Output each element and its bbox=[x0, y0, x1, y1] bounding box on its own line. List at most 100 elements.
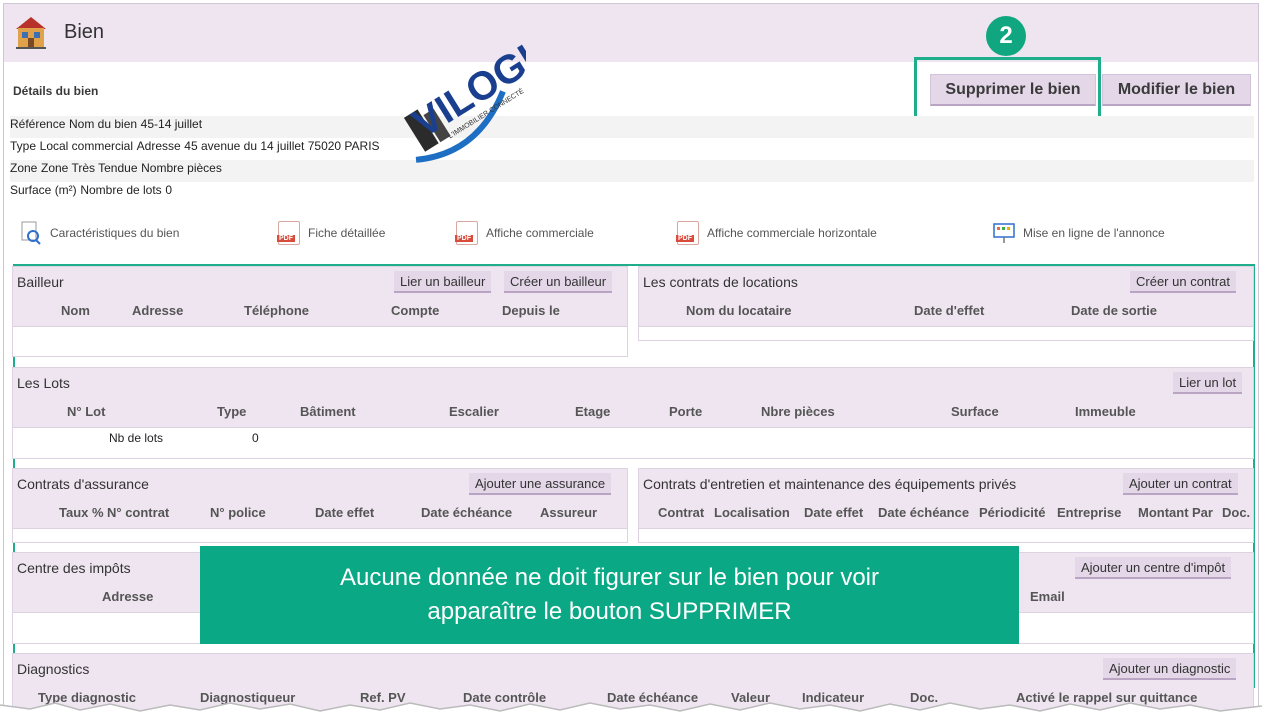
magnifier-doc-icon bbox=[21, 221, 41, 245]
column-header: N° Lot bbox=[67, 404, 106, 419]
column-header: Nom bbox=[61, 303, 90, 318]
detail-label: Zone bbox=[10, 161, 38, 175]
panel-title: Contrats d'assurance bbox=[17, 476, 149, 492]
column-header: Surface bbox=[951, 404, 999, 419]
column-header: Escalier bbox=[449, 404, 499, 419]
detail-label: Nombre pièces bbox=[141, 161, 222, 175]
pdf-icon bbox=[455, 221, 478, 245]
torn-edge bbox=[0, 702, 1262, 721]
panel-lots: Les Lots Lier un lot N° Lot Type Bâtimen… bbox=[12, 367, 1254, 459]
column-header: Doc. bbox=[1222, 505, 1251, 520]
add-diagnostic-button[interactable]: Ajouter un diagnostic bbox=[1103, 658, 1237, 680]
details-row: Surface (m²) Nombre de lots 0 bbox=[10, 182, 1254, 204]
details-label: Détails du bien bbox=[13, 84, 99, 98]
column-header: Nom du locataire bbox=[686, 303, 792, 318]
add-tax-center-button[interactable]: Ajouter un centre d'impôt bbox=[1075, 557, 1232, 579]
column-header: Adresse bbox=[102, 589, 154, 604]
column-header: Date effet bbox=[315, 505, 375, 520]
detail-label: Nom du bien bbox=[69, 117, 138, 131]
column-header: Email bbox=[1030, 589, 1065, 604]
link-label: Fiche détaillée bbox=[308, 226, 386, 240]
detail-value: Local commercial bbox=[39, 139, 134, 153]
detail-label: Nombre de lots bbox=[80, 183, 162, 197]
create-bailleur-button[interactable]: Créer un bailleur bbox=[504, 271, 613, 293]
column-header: Date d'effet bbox=[914, 303, 985, 318]
link-label: Caractéristiques du bien bbox=[50, 226, 180, 240]
details-row: Zone Zone Très Tendue Nombre pièces bbox=[10, 160, 1254, 182]
column-header: Bâtiment bbox=[300, 404, 356, 419]
add-insurance-button[interactable]: Ajouter une assurance bbox=[469, 473, 612, 495]
pdf-icon bbox=[277, 221, 300, 245]
step-badge: 2 bbox=[986, 16, 1026, 56]
link-label: Mise en ligne de l'annonce bbox=[1023, 226, 1165, 240]
link-label: Affiche commerciale bbox=[486, 226, 594, 240]
panel-entretien: Contrats d'entretien et maintenance des … bbox=[638, 468, 1254, 543]
lots-count-row: Nb de lots 0 bbox=[13, 428, 1253, 448]
panel-title: Diagnostics bbox=[17, 661, 90, 677]
panel-contrats-locations: Les contrats de locations Créer un contr… bbox=[638, 266, 1254, 341]
page-header: Bien 2 bbox=[4, 4, 1258, 62]
column-header: Date échéance bbox=[421, 505, 513, 520]
detail-label: Surface (m²) bbox=[10, 183, 77, 197]
column-header: Date échéance bbox=[878, 505, 970, 520]
detail-label: Type bbox=[10, 139, 37, 153]
detail-value: 0 bbox=[165, 183, 172, 197]
link-caracteristiques[interactable]: Caractéristiques du bien bbox=[20, 221, 179, 245]
panel-title: Les contrats de locations bbox=[643, 274, 798, 290]
page-title: Bien bbox=[64, 21, 105, 43]
detail-value: Zone Très Tendue bbox=[40, 161, 138, 175]
detail-label: Adresse bbox=[136, 139, 181, 153]
column-header: Porte bbox=[669, 404, 703, 419]
column-header: Type bbox=[217, 404, 247, 419]
panel-title: Centre des impôts bbox=[17, 560, 131, 576]
link-affiche-commerciale[interactable]: Affiche commerciale bbox=[455, 221, 594, 245]
column-header: Téléphone bbox=[244, 303, 310, 318]
edit-property-button[interactable]: Modifier le bien bbox=[1102, 74, 1251, 106]
delete-property-button[interactable]: Supprimer le bien bbox=[930, 74, 1096, 106]
info-overlay: Aucune donnée ne doit figurer sur le bie… bbox=[200, 546, 1019, 644]
column-header: Taux % bbox=[59, 505, 104, 520]
house-icon bbox=[16, 17, 46, 49]
column-header: Périodicité bbox=[979, 505, 1046, 520]
add-contract-button[interactable]: Ajouter un contrat bbox=[1123, 473, 1238, 495]
column-header: Montant bbox=[1138, 505, 1189, 520]
link-mise-en-ligne[interactable]: Mise en ligne de l'annonce bbox=[993, 221, 1165, 245]
create-contract-button[interactable]: Créer un contrat bbox=[1130, 271, 1236, 293]
vilogi-logo: VILOGI L'IMMOBILIER CONNECTÉ bbox=[403, 42, 526, 163]
column-header: Compte bbox=[391, 303, 440, 318]
presentation-board-icon bbox=[993, 223, 1015, 243]
column-header: Immeuble bbox=[1075, 404, 1136, 419]
app-window: Bien 2 Détails du bien Supprimer le bien… bbox=[3, 3, 1259, 721]
link-affiche-horizontale[interactable]: Affiche commerciale horizontale bbox=[676, 221, 877, 245]
overlay-line: Aucune donnée ne doit figurer sur le bie… bbox=[339, 564, 879, 592]
link-label: Affiche commerciale horizontale bbox=[707, 226, 877, 240]
details-table: Référence Nom du bien 45-14 juillet Type… bbox=[10, 116, 1254, 204]
column-header: Contrat bbox=[658, 505, 705, 520]
column-header: Localisation bbox=[714, 505, 790, 520]
details-row: Référence Nom du bien 45-14 juillet bbox=[10, 116, 1254, 138]
column-header: Nbre pièces bbox=[761, 404, 835, 419]
detail-label: Référence bbox=[10, 117, 66, 131]
overlay-line: apparaître le bouton SUPPRIMER bbox=[427, 598, 792, 625]
column-header: Date effet bbox=[804, 505, 864, 520]
link-fiche-detaillee[interactable]: Fiche détaillée bbox=[277, 221, 386, 245]
column-header: Adresse bbox=[132, 303, 184, 318]
detail-value: 45-14 juillet bbox=[140, 117, 203, 131]
lots-count-value: 0 bbox=[252, 431, 259, 445]
lots-count-label: Nb de lots bbox=[109, 431, 164, 445]
panel-title: Les Lots bbox=[17, 375, 70, 391]
link-lot-button[interactable]: Lier un lot bbox=[1173, 372, 1243, 394]
document-links: Caractéristiques du bien Fiche détaillée… bbox=[4, 217, 1258, 247]
column-header: Depuis le bbox=[502, 303, 560, 318]
link-bailleur-button[interactable]: Lier un bailleur bbox=[394, 271, 492, 293]
panel-title: Bailleur bbox=[17, 274, 64, 290]
column-header: Date de sortie bbox=[1071, 303, 1157, 318]
column-header: N° police bbox=[210, 505, 266, 520]
column-header: N° contrat bbox=[107, 505, 170, 520]
column-header: Par bbox=[1192, 505, 1213, 520]
panel-title: Contrats d'entretien et maintenance des … bbox=[643, 476, 1017, 492]
panel-bailleur: Bailleur Lier un bailleur Créer un baill… bbox=[12, 266, 628, 357]
panel-assurance: Contrats d'assurance Ajouter une assuran… bbox=[12, 468, 628, 543]
column-header: Entreprise bbox=[1057, 505, 1122, 520]
column-header: Etage bbox=[575, 404, 611, 419]
